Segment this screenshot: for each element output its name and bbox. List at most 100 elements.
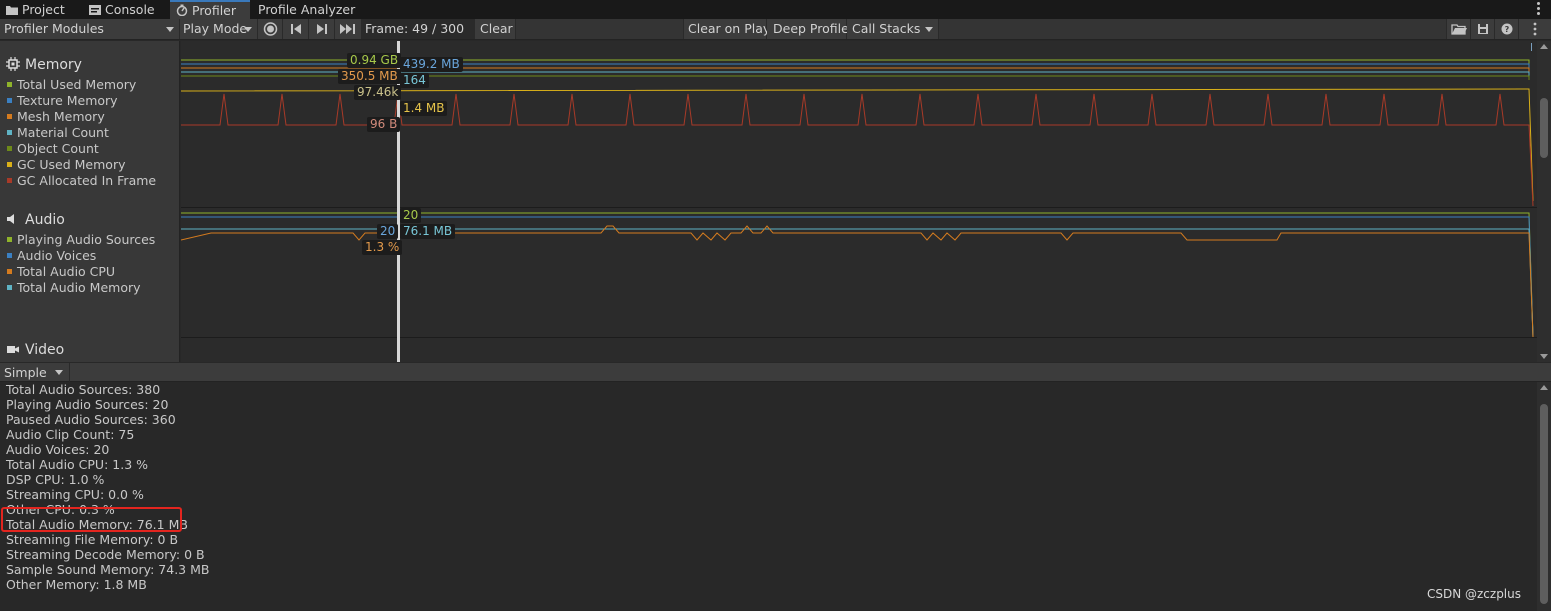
readout-mesh-memory: 350.5 MB [338, 69, 401, 84]
audio-legend-item[interactable]: Playing Audio Sources [0, 232, 180, 248]
profiler-modules-list: Memory Total Used Memory Texture Memory Me… [0, 41, 180, 362]
scroll-up-icon[interactable] [1540, 44, 1548, 49]
profiler-charts[interactable]: 0.94 GB 439.2 MB 350.5 MB 164 97.46k 1.4… [181, 41, 1537, 362]
chevron-down-icon [244, 27, 252, 32]
record-button[interactable] [258, 19, 283, 39]
memory-legend-item[interactable]: Total Used Memory [0, 77, 180, 93]
legend-label: Playing Audio Sources [17, 232, 156, 247]
call-stacks-label: Call Stacks [852, 21, 921, 36]
stat-line: Streaming Decode Memory: 0 B [6, 547, 205, 562]
play-mode-dropdown[interactable]: Play Mode [180, 19, 258, 39]
charts-scrollbar[interactable] [1537, 41, 1551, 362]
gc-used-memory-line [181, 88, 1534, 202]
play-mode-label: Play Mode [183, 21, 248, 36]
tab-profiler[interactable]: Profiler [170, 0, 250, 19]
record-icon [263, 22, 278, 36]
memory-module-header[interactable]: Memory [0, 53, 180, 77]
video-module-title: Video [25, 342, 65, 358]
stat-line: Total Audio Sources: 380 [6, 382, 161, 397]
tab-project-label: Project [22, 2, 65, 17]
legend-swatch [7, 269, 12, 274]
readout-gc-used-memory: 1.4 MB [400, 101, 448, 116]
memory-legend-item[interactable]: Texture Memory [0, 93, 180, 109]
tab-profile-analyzer[interactable]: Profile Analyzer [258, 0, 355, 19]
scroll-up-icon[interactable] [1540, 385, 1548, 390]
next-frame-button[interactable] [309, 19, 335, 39]
stat-line: DSP CPU: 1.0 % [6, 472, 105, 487]
profiler-toolbar: Profiler Modules Play Mode Frame: 49 / 3… [0, 19, 1551, 40]
view-mode-dropdown[interactable]: Simple [0, 363, 70, 382]
stat-line: Playing Audio Sources: 20 [6, 397, 169, 412]
readout-material-count: 164 [400, 73, 429, 88]
readout-audio-voices: 20 [377, 224, 399, 239]
charts-scrollbar-thumb[interactable] [1540, 98, 1548, 158]
load-button[interactable] [1447, 19, 1471, 39]
first-frame-button[interactable] [283, 19, 309, 39]
current-frame-button[interactable] [335, 19, 362, 39]
audio-module-header[interactable]: Audio [0, 208, 180, 232]
open-folder-icon [1451, 24, 1467, 35]
details-toolbar: Simple [0, 363, 1551, 382]
step-forward-icon [317, 24, 327, 34]
details-scrollbar[interactable] [1537, 382, 1551, 611]
legend-swatch [7, 162, 12, 167]
stat-line: Streaming File Memory: 0 B [6, 532, 179, 547]
chevron-down-icon [55, 370, 63, 375]
stat-line: Sample Sound Memory: 74.3 MB [6, 562, 210, 577]
legend-label: Total Audio CPU [17, 264, 116, 279]
memory-module[interactable]: Memory Total Used Memory Texture Memory Me… [0, 53, 180, 189]
window-tab-bar: Project Console Profiler Profile Analyze… [0, 0, 1551, 19]
toolbar-spacer [516, 19, 684, 39]
audio-legend-item[interactable]: Total Audio Memory [0, 280, 180, 296]
toolbar-spacer [939, 19, 1447, 39]
video-module-header[interactable]: Video [0, 338, 180, 362]
stat-line: Paused Audio Sources: 360 [6, 412, 176, 427]
call-stacks-dropdown[interactable]: Call Stacks [847, 19, 939, 39]
save-button[interactable] [1471, 19, 1495, 39]
profiler-modules-dropdown[interactable]: Profiler Modules [0, 19, 180, 39]
legend-swatch [7, 82, 12, 87]
video-module[interactable]: Video [0, 338, 180, 362]
svg-text:?: ? [1505, 25, 1510, 34]
memory-legend-item[interactable]: Material Count [0, 125, 180, 141]
chip-icon [6, 55, 20, 79]
more-icon [1533, 22, 1537, 36]
stat-line: Audio Clip Count: 75 [6, 427, 135, 442]
memory-legend-item[interactable]: GC Allocated In Frame [0, 173, 180, 189]
memory-module-title: Memory [25, 57, 82, 73]
readout-playing-audio-sources: 20 [400, 208, 422, 223]
profiler-icon [176, 3, 188, 20]
legend-swatch [7, 130, 12, 135]
audio-module[interactable]: Audio Playing Audio Sources Audio Voices T… [0, 208, 180, 296]
clear-button[interactable]: Clear [476, 19, 516, 39]
tab-console[interactable]: Console [89, 0, 155, 19]
legend-label: Mesh Memory [17, 109, 105, 124]
audio-legend-item[interactable]: Audio Voices [0, 248, 180, 264]
memory-audio-separator [181, 207, 1537, 208]
help-button[interactable]: ? [1495, 19, 1519, 39]
memory-legend-item[interactable]: Mesh Memory [0, 109, 180, 125]
fast-forward-icon [340, 24, 355, 34]
more-options-button[interactable] [1519, 19, 1551, 39]
video-camera-icon [6, 340, 20, 364]
clear-on-play-toggle[interactable]: Clear on Play [684, 19, 770, 39]
profiler-modules-label: Profiler Modules [4, 21, 104, 36]
window-menu-icon[interactable] [1537, 2, 1541, 16]
memory-legend-item[interactable]: Object Count [0, 141, 180, 157]
scroll-down-icon[interactable] [1540, 354, 1548, 359]
details-panel: Total Audio Sources: 380 Playing Audio So… [0, 382, 1537, 611]
legend-label: Material Count [17, 125, 109, 140]
save-icon [1478, 24, 1488, 34]
tab-project[interactable]: Project [6, 0, 65, 19]
readout-total-audio-memory: 76.1 MB [400, 224, 456, 239]
audio-legend-item[interactable]: Total Audio CPU [0, 264, 180, 280]
readout-total-used-memory: 0.94 GB [347, 53, 402, 68]
legend-label: Total Audio Memory [17, 280, 141, 295]
step-back-icon [291, 24, 301, 34]
view-mode-label: Simple [4, 365, 47, 380]
memory-legend-item[interactable]: GC Used Memory [0, 157, 180, 173]
deep-profile-toggle[interactable]: Deep Profile [767, 19, 849, 39]
details-scrollbar-thumb[interactable] [1540, 404, 1548, 604]
chevron-down-icon [166, 27, 174, 32]
console-icon [89, 1, 101, 21]
